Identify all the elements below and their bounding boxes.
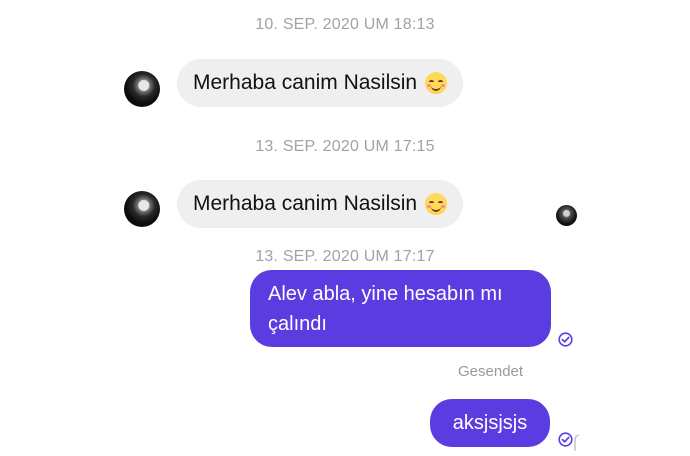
read-check-icon: [558, 432, 573, 447]
message-text: Merhaba canim Nasilsin: [193, 192, 418, 215]
avatar[interactable]: [124, 191, 160, 227]
read-check-icon: [558, 332, 573, 347]
timestamp: 13. SEP. 2020 UM 17:15: [255, 138, 435, 155]
smiling-face-emoji-icon: [425, 193, 448, 215]
outgoing-message[interactable]: Alev abla, yine hesabın mı çalındı: [250, 270, 551, 347]
incoming-message[interactable]: Merhaba canim Nasilsin: [177, 59, 464, 107]
message-text-line: Alev abla, yine hesabın mı: [268, 283, 503, 305]
incoming-message[interactable]: Merhaba canim Nasilsin: [177, 180, 464, 228]
timestamp: 13. SEP. 2020 UM 17:17: [255, 248, 435, 265]
outgoing-message[interactable]: aksjsjsjs: [430, 399, 550, 447]
avatar[interactable]: [124, 71, 160, 107]
chat-thread: 10. SEP. 2020 UM 18:13 Merhaba canim Nas…: [0, 0, 690, 456]
typing-cursor-icon: [574, 434, 580, 451]
message-text: Merhaba canim Nasilsin: [193, 71, 418, 94]
message-text-line: çalındı: [268, 313, 327, 335]
sent-status: Gesendet: [458, 363, 524, 380]
timestamp: 10. SEP. 2020 UM 18:13: [255, 16, 435, 33]
seen-avatar: [556, 205, 577, 226]
smiling-face-emoji-icon: [425, 72, 448, 94]
message-text: aksjsjsjs: [452, 412, 528, 434]
